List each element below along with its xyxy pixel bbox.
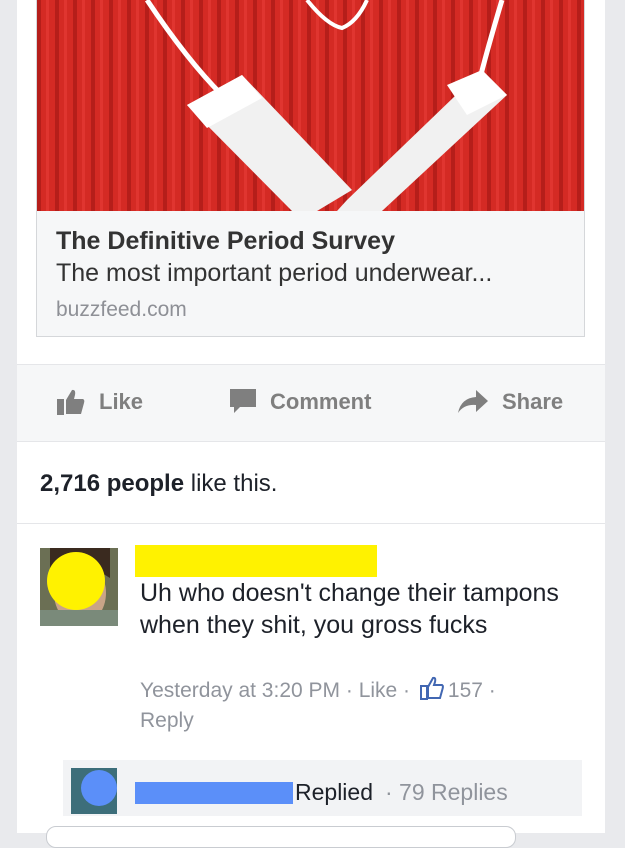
link-title[interactable]: The Definitive Period Survey [56,226,574,256]
comment-composer[interactable] [46,826,516,848]
share-arrow-icon [458,390,488,413]
reply-count[interactable]: · 79 Replies [385,779,508,806]
comment-meta: Yesterday at 3:20 PM · Like · 157 · Repl… [140,676,580,736]
likes-summary[interactable]: 2,716 people like this. [40,470,277,498]
link-description: The most important period underwear... [56,259,493,287]
likes-suffix: like this. [184,470,278,497]
avatar-redaction [81,770,117,806]
comment-like-count[interactable]: 157 [448,679,483,702]
divider [17,523,605,524]
link-domain: buzzfeed.com [56,298,187,321]
commenter-name-redacted[interactable] [135,545,377,577]
comment-like-link[interactable]: Like [359,679,398,702]
link-preview[interactable]: The Definitive Period Survey The most im… [36,0,585,337]
comment-timestamp[interactable]: Yesterday at 3:20 PM [140,679,340,702]
avatar-redaction [47,552,105,610]
post-card: The Definitive Period Survey The most im… [17,0,605,848]
reply-preview[interactable]: Replied · 79 Replies [63,760,582,816]
comment-reply-link[interactable]: Reply [140,709,194,732]
likes-count[interactable]: 2,716 people [40,470,184,497]
comment-button[interactable]: Comment [230,389,371,415]
comment-label: Comment [270,389,372,414]
comment-text: Uh who doesn't change their tampons when… [140,579,559,639]
replier-name-redacted[interactable] [135,782,293,804]
replied-label: Replied [295,779,373,805]
action-bar: Like Comment Share [17,364,605,442]
like-label: Like [99,389,144,414]
thumbs-up-icon [57,389,85,415]
share-button[interactable]: Share [458,389,563,415]
meta-separator: · [397,679,416,702]
replier-avatar[interactable] [71,768,117,814]
share-label: Share [502,389,564,414]
link-image[interactable] [37,0,584,211]
commenter-avatar[interactable] [40,548,118,626]
meta-separator: · [482,679,496,702]
meta-separator: · [340,679,359,702]
like-button[interactable]: Like [57,389,143,415]
like-count-thumb-icon [419,676,444,700]
comment-bubble-icon [230,389,256,413]
